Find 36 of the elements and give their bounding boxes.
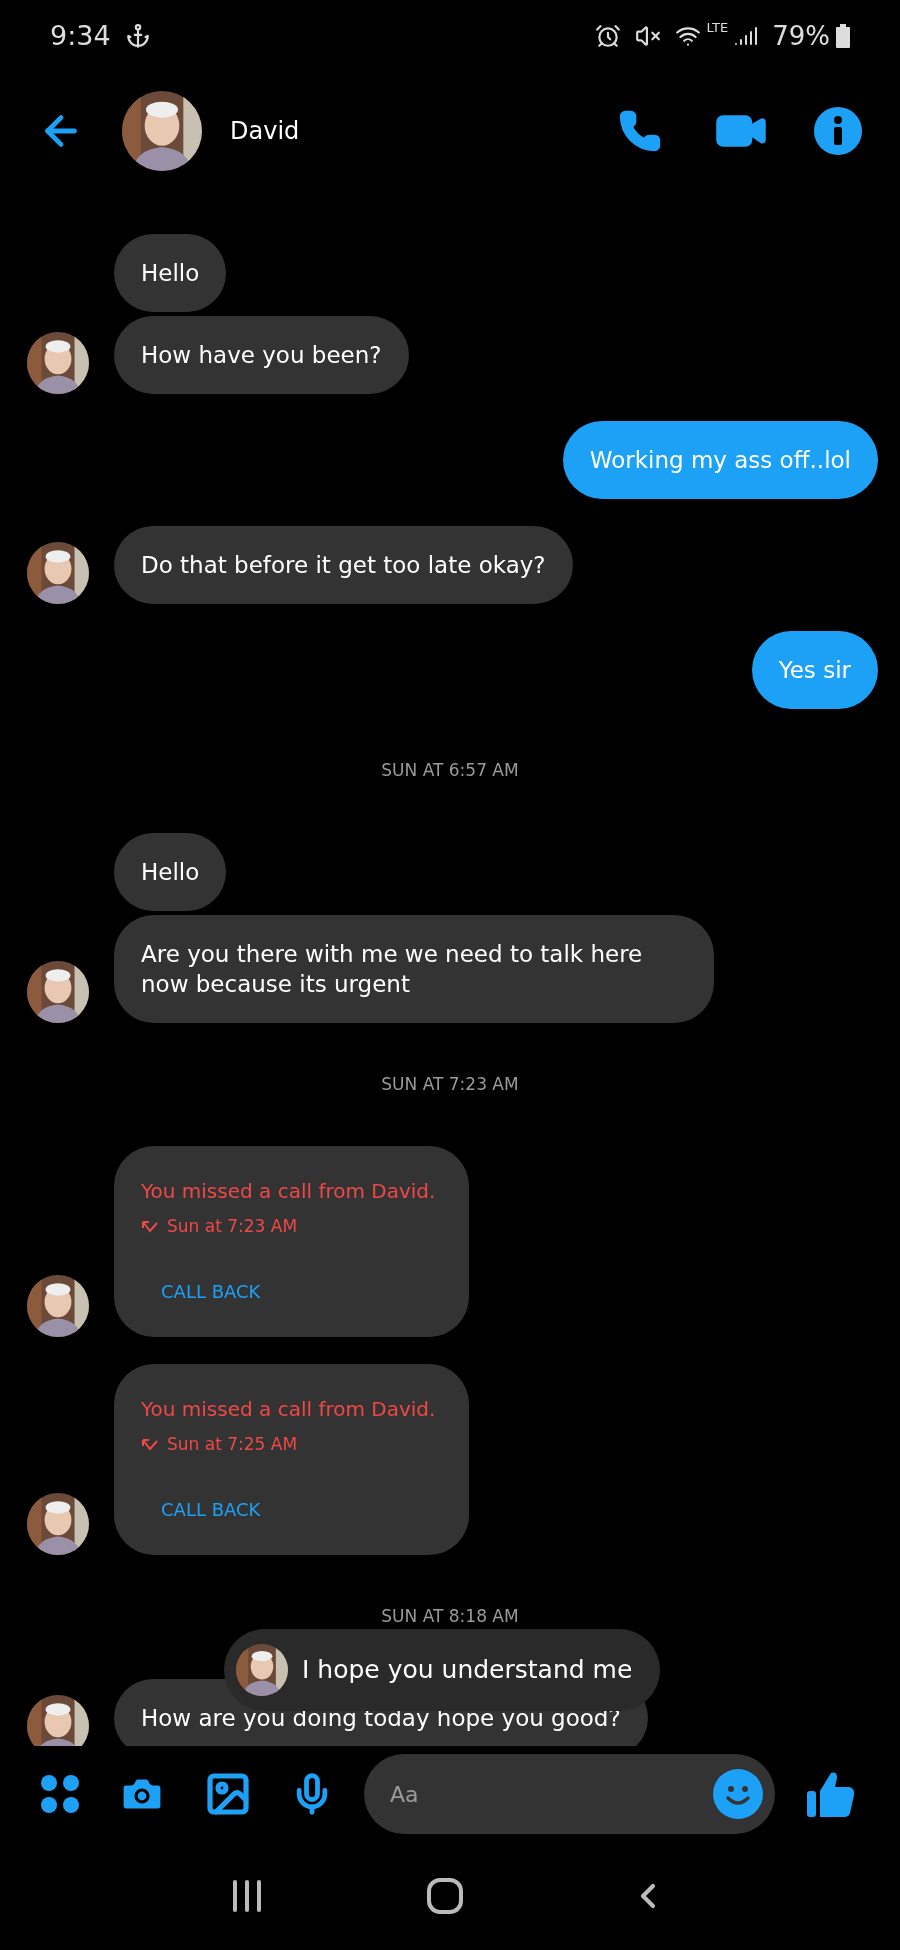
status-time: 9:34 bbox=[50, 18, 111, 53]
message-bubble: How have you been? bbox=[114, 316, 409, 394]
missed-call-title: You missed a call from David. bbox=[141, 1178, 437, 1205]
message-bubble: Do that before it get too late okay? bbox=[114, 526, 573, 604]
message-bubble: Hello bbox=[114, 234, 227, 312]
call-button[interactable] bbox=[618, 109, 662, 153]
message-input[interactable]: Aa bbox=[364, 1754, 775, 1834]
call-back-button[interactable]: CALL BACK bbox=[161, 1495, 261, 1523]
signal-icon bbox=[734, 24, 759, 48]
battery-icon bbox=[836, 24, 850, 48]
message-bubble: Working my ass off..lol bbox=[562, 421, 878, 499]
mute-icon bbox=[634, 23, 661, 49]
missed-call-time: Sun at 7:25 AM bbox=[167, 1433, 298, 1456]
timestamp: SUN AT 7:23 AM bbox=[381, 1072, 519, 1096]
gallery-button[interactable] bbox=[204, 1770, 252, 1818]
home-button[interactable] bbox=[427, 1878, 463, 1914]
alarm-icon bbox=[594, 23, 621, 49]
message-bubble: Yes sir bbox=[751, 631, 878, 709]
message-input-text[interactable]: Aa bbox=[390, 1777, 713, 1811]
message-bubble: Are you there with me we need to talk here now because its urgent bbox=[114, 914, 714, 1023]
message-bubble: Hello bbox=[114, 832, 227, 911]
timestamp: SUN AT 8:18 AM bbox=[381, 1605, 519, 1628]
info-button[interactable] bbox=[814, 107, 862, 155]
recent-apps-button[interactable] bbox=[232, 1880, 263, 1912]
emoji-icon[interactable] bbox=[713, 1769, 763, 1819]
timestamp: SUN AT 6:57 AM bbox=[381, 759, 519, 782]
call-back-button[interactable]: CALL BACK bbox=[161, 1277, 261, 1305]
missed-call-arrow-icon bbox=[141, 1219, 159, 1234]
contact-name: David bbox=[230, 116, 300, 147]
anchor-icon bbox=[124, 23, 151, 49]
missed-call-title: You missed a call from David. bbox=[141, 1396, 437, 1423]
missed-call-arrow-icon bbox=[141, 1437, 159, 1452]
network-label: LTE bbox=[706, 19, 729, 37]
missed-call-time: Sun at 7:23 AM bbox=[167, 1215, 298, 1238]
battery-percent: 79% bbox=[772, 19, 830, 53]
apps-icon[interactable] bbox=[40, 1774, 80, 1814]
